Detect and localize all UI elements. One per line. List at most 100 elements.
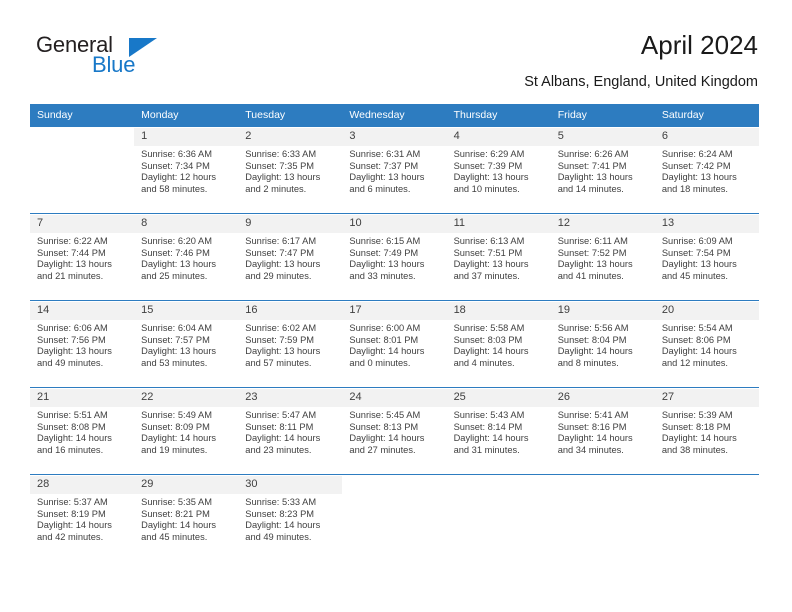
day-detail-line: Sunset: 7:47 PM — [245, 247, 315, 258]
day-number[interactable]: 14 — [30, 301, 135, 320]
day-number[interactable]: 30 — [238, 475, 343, 494]
day-detail-line: and 8 minutes. — [557, 357, 619, 368]
day-number[interactable]: 25 — [446, 388, 551, 407]
day-number[interactable]: 23 — [238, 388, 343, 407]
day-number[interactable]: 7 — [30, 214, 135, 233]
day-number[interactable]: 9 — [238, 214, 343, 233]
day-number[interactable]: 21 — [30, 388, 135, 407]
day-detail-line: Daylight: 14 hours — [557, 346, 633, 357]
day-detail-line: Sunset: 7:42 PM — [661, 160, 731, 171]
day-detail-line: Daylight: 13 hours — [661, 172, 737, 183]
calendar-page: General Blue April 2024 St Albans, Engla… — [0, 0, 792, 612]
calendar-body: 1 2 3 4 5 6 Sunrise: 6:36 AM Sunset: 7:34 PM Day… — [30, 127, 759, 561]
day-detail-line: Sunset: 8:01 PM — [349, 334, 419, 345]
week-detail-row: Sunrise: 5:51 AM Sunset: 8:08 PM Daylight:… — [30, 407, 759, 474]
day-number[interactable]: 13 — [654, 214, 759, 233]
day-detail-line: Sunrise: 5:45 AM — [349, 410, 421, 420]
day-detail-line: Daylight: 14 hours — [245, 433, 321, 444]
day-detail-line: Sunrise: 6:09 AM — [661, 236, 733, 246]
day-detail-line: and 49 minutes. — [245, 531, 312, 542]
day-number[interactable]: 29 — [134, 475, 239, 494]
day-number[interactable]: 19 — [550, 301, 655, 320]
day-number[interactable]: 26 — [550, 388, 655, 407]
day-number[interactable]: 3 — [342, 127, 447, 146]
day-number[interactable]: 12 — [550, 214, 655, 233]
day-detail-line: Daylight: 12 hours — [141, 172, 217, 183]
day-number[interactable]: 6 — [654, 127, 759, 146]
logo-text-blue: Blue — [92, 52, 136, 77]
day-number[interactable]: 8 — [134, 214, 239, 233]
day-detail-line: and 4 minutes. — [453, 357, 515, 368]
day-number[interactable]: 18 — [446, 301, 551, 320]
general-blue-logo[interactable]: General Blue — [36, 32, 236, 88]
day-detail-line: Daylight: 14 hours — [661, 433, 737, 444]
day-detail-line: and 58 minutes. — [141, 183, 208, 194]
day-detail-line: Sunset: 8:11 PM — [245, 421, 314, 432]
day-number[interactable]: 24 — [342, 388, 447, 407]
day-number[interactable]: 5 — [550, 127, 655, 146]
day-details: Sunrise: 5:45 AM Sunset: 8:13 PM Daylight:… — [342, 407, 447, 474]
day-details: Sunrise: 6:04 AM Sunset: 7:57 PM Daylight:… — [134, 320, 239, 387]
day-number[interactable]: 4 — [446, 127, 551, 146]
day-detail-line: Sunrise: 6:17 AM — [245, 236, 317, 246]
day-detail-line: Sunset: 7:34 PM — [141, 160, 210, 171]
day-detail-line: Sunrise: 6:26 AM — [557, 149, 629, 159]
day-number[interactable]: 28 — [30, 475, 135, 494]
day-detail-line: Sunset: 8:04 PM — [557, 334, 627, 345]
day-number[interactable]: 22 — [134, 388, 239, 407]
day-detail-line: Sunset: 8:23 PM — [245, 508, 315, 519]
day-number[interactable]: 1 — [134, 127, 239, 146]
day-detail-line: Sunrise: 6:06 AM — [37, 323, 108, 333]
day-details: Sunrise: 6:20 AM Sunset: 7:46 PM Daylight:… — [134, 233, 239, 300]
day-detail-line: Sunrise: 5:39 AM — [661, 410, 733, 420]
day-number[interactable]: 20 — [654, 301, 759, 320]
day-detail-line: Sunset: 7:57 PM — [141, 334, 210, 345]
day-detail-line: Daylight: 13 hours — [141, 346, 217, 357]
day-detail-line: and 6 minutes. — [349, 183, 411, 194]
day-detail-line: and 18 minutes. — [661, 183, 728, 194]
day-number[interactable]: 11 — [446, 214, 551, 233]
day-detail-line: Sunrise: 6:11 AM — [557, 236, 628, 246]
day-empty-details — [342, 494, 447, 561]
day-detail-line: Sunset: 7:59 PM — [245, 334, 315, 345]
day-number[interactable]: 2 — [238, 127, 343, 146]
day-details: Sunrise: 5:54 AM Sunset: 8:06 PM Daylight:… — [654, 320, 759, 387]
day-details: Sunrise: 6:13 AM Sunset: 7:51 PM Daylight:… — [446, 233, 551, 300]
day-details: Sunrise: 6:26 AM Sunset: 7:41 PM Daylight:… — [550, 146, 655, 213]
day-number[interactable]: 10 — [342, 214, 447, 233]
week-date-row: 21 22 23 24 25 26 27 — [30, 388, 759, 407]
calendar-table: Sunday Monday Tuesday Wednesday Thursday Frid… — [30, 104, 759, 561]
day-detail-line: Daylight: 14 hours — [349, 346, 425, 357]
day-details: Sunrise: 5:33 AM Sunset: 8:23 PM Daylight:… — [238, 494, 343, 561]
calendar-header-row: Sunday Monday Tuesday Wednesday Thursday Frid… — [30, 104, 759, 128]
day-detail-line: Daylight: 13 hours — [141, 259, 217, 270]
day-detail-line: Sunset: 7:54 PM — [661, 247, 731, 258]
day-detail-line: Sunset: 7:46 PM — [141, 247, 210, 258]
week-date-row: 14 15 16 17 18 19 20 — [30, 301, 759, 320]
day-detail-line: Sunrise: 6:33 AM — [245, 149, 317, 159]
day-detail-line: Sunrise: 5:51 AM — [37, 410, 108, 420]
day-number[interactable]: 17 — [342, 301, 447, 320]
day-detail-line: Sunrise: 6:24 AM — [661, 149, 733, 159]
day-number[interactable]: 16 — [238, 301, 343, 320]
day-details: Sunrise: 6:09 AM Sunset: 7:54 PM Daylight:… — [654, 233, 759, 300]
day-detail-line: and 45 minutes. — [661, 270, 728, 281]
weekday-header-friday: Friday — [550, 104, 655, 128]
day-number[interactable]: 15 — [134, 301, 239, 320]
day-detail-line: Sunrise: 5:43 AM — [453, 410, 525, 420]
day-number[interactable]: 27 — [654, 388, 759, 407]
day-empty-details — [654, 494, 759, 561]
day-empty — [654, 475, 759, 494]
day-details: Sunrise: 6:02 AM Sunset: 7:59 PM Daylight:… — [238, 320, 343, 387]
day-empty — [30, 127, 135, 146]
day-details: Sunrise: 5:35 AM Sunset: 8:21 PM Daylight:… — [134, 494, 239, 561]
day-detail-line: and 25 minutes. — [141, 270, 208, 281]
day-details: Sunrise: 5:47 AM Sunset: 8:11 PM Daylight:… — [238, 407, 343, 474]
day-detail-line: Sunset: 7:49 PM — [349, 247, 419, 258]
day-detail-line: Sunset: 8:19 PM — [37, 508, 106, 519]
day-detail-line: Daylight: 14 hours — [141, 520, 217, 531]
day-detail-line: Sunset: 7:56 PM — [37, 334, 106, 345]
day-empty-details — [30, 146, 135, 213]
day-detail-line: Sunrise: 5:49 AM — [141, 410, 212, 420]
day-detail-line: Sunset: 8:13 PM — [349, 421, 419, 432]
